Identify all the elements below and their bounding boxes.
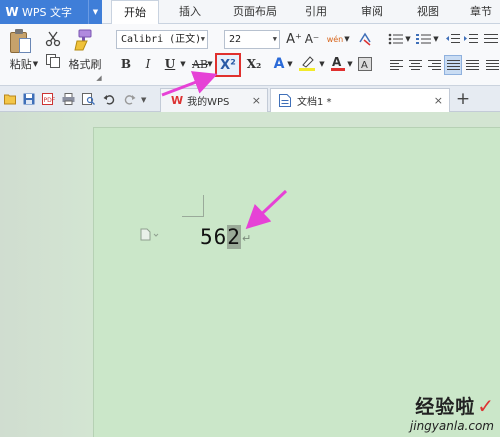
tab-home[interactable]: 开始	[111, 0, 159, 25]
grow-font-button[interactable]: A⁺	[286, 31, 302, 47]
tab-references[interactable]: 引用	[296, 0, 336, 24]
app-name: WPS 文字	[22, 6, 72, 19]
chevron-down-icon[interactable]: ▼	[404, 30, 412, 48]
chevron-down-icon[interactable]: ▼	[178, 55, 188, 73]
ribbon: 粘贴 ▼ 格式刷 ◢ Calibri (正文) ▼ 22 ▼ A⁺ A⁻ wén ▼ …	[0, 24, 500, 86]
page-margin-corner	[182, 195, 204, 217]
tab-label: 我的WPS	[187, 97, 230, 108]
paragraph-mark: ↵	[242, 232, 252, 245]
print-icon[interactable]	[62, 93, 75, 105]
menu-bar: W WPS 文字 ▼ 开始 插入 页面布局 引用 审阅 视图 章节	[0, 0, 500, 25]
wps-tab-icon: W	[171, 94, 184, 107]
tab-insert[interactable]: 插入	[168, 0, 212, 24]
distributed-align-icon[interactable]	[464, 57, 480, 73]
undo-icon[interactable]	[103, 93, 116, 105]
shrink-font-button[interactable]: A⁻	[304, 31, 320, 47]
font-size-value: 22	[229, 34, 242, 45]
document-canvas[interactable]	[0, 112, 500, 437]
align-left-icon[interactable]	[388, 57, 404, 73]
chevron-down-icon[interactable]: ▼	[346, 55, 354, 73]
tab-my-wps[interactable]: W 我的WPS ×	[160, 88, 268, 112]
document-text[interactable]: 562	[200, 225, 241, 249]
tab-sections[interactable]: 章节	[462, 0, 500, 24]
chevron-down-icon[interactable]: ▼	[88, 0, 102, 24]
paste-label: 粘贴	[9, 58, 32, 71]
superscript-button[interactable]: X²	[215, 53, 241, 77]
text-run: 56	[200, 225, 228, 249]
paste-icon[interactable]	[10, 29, 32, 55]
paste-button[interactable]: 粘贴 ▼	[6, 57, 42, 71]
wps-logo-icon: W	[5, 5, 19, 19]
char-border-icon[interactable]: A	[356, 54, 374, 74]
tab-document1[interactable]: 文档1 * ×	[270, 88, 450, 112]
svg-text:A: A	[361, 60, 368, 71]
align-right-icon[interactable]	[426, 57, 442, 73]
check-icon: ✓	[477, 394, 494, 418]
watermark: 经验啦 ✓ jingyanla.com	[410, 392, 494, 433]
print-preview-icon[interactable]	[82, 93, 95, 105]
justify-icon[interactable]	[444, 55, 462, 75]
font-color-icon[interactable]: A	[328, 52, 348, 74]
bold-button[interactable]: B	[118, 55, 134, 73]
align-center-icon[interactable]	[407, 57, 423, 73]
font-size-select[interactable]: 22 ▼	[224, 30, 280, 49]
line-spacing-icon[interactable]	[484, 57, 500, 73]
app-menu-button[interactable]: W WPS 文字 ▼	[0, 0, 102, 24]
close-icon[interactable]: ×	[434, 94, 443, 107]
new-tab-button[interactable]: +	[454, 88, 472, 110]
decrease-indent-icon[interactable]	[444, 30, 462, 48]
numbered-list-icon[interactable]	[414, 30, 434, 48]
selected-text[interactable]: 2	[227, 225, 241, 249]
cut-icon[interactable]	[44, 30, 62, 48]
tab-page-layout[interactable]: 页面布局	[220, 0, 290, 24]
format-painter-icon[interactable]	[70, 28, 94, 52]
chevron-down-icon[interactable]: ▼	[206, 55, 214, 73]
subscript-button[interactable]: X₂	[244, 55, 264, 73]
tab-label: 文档1 *	[297, 97, 332, 108]
close-icon[interactable]: ×	[252, 94, 261, 107]
copy-icon[interactable]	[44, 52, 62, 70]
watermark-text: 经验啦	[415, 396, 476, 418]
underline-button[interactable]: U	[162, 55, 178, 73]
phonetic-label: wén	[326, 34, 344, 44]
chevron-down-icon[interactable]: ▼	[342, 30, 352, 48]
paragraph-handle-icon[interactable]	[140, 228, 160, 241]
svg-text:A: A	[332, 55, 342, 69]
svg-text:PDF: PDF	[44, 97, 56, 104]
document-tab-bar: PDF ▼ W 我的WPS × 文档1 * × +	[0, 86, 500, 112]
italic-button[interactable]: I	[140, 55, 156, 73]
chinese-layout-icon[interactable]	[482, 30, 500, 48]
open-folder-icon[interactable]	[4, 93, 17, 105]
clipboard-launcher-icon[interactable]: ◢	[95, 74, 103, 82]
font-name-value: Calibri (正文)	[121, 34, 202, 45]
font-name-select[interactable]: Calibri (正文) ▼	[116, 30, 208, 49]
document-page[interactable]	[93, 127, 500, 437]
document-icon	[279, 94, 291, 107]
highlight-color-icon[interactable]	[296, 52, 318, 74]
chevron-down-icon[interactable]: ▼	[286, 55, 294, 73]
chevron-down-icon[interactable]: ▼	[141, 96, 146, 104]
watermark-url: jingyanla.com	[409, 419, 494, 433]
increase-indent-icon[interactable]	[462, 30, 480, 48]
chevron-down-icon[interactable]: ▼	[432, 30, 440, 48]
export-pdf-icon[interactable]: PDF	[42, 93, 55, 105]
save-icon[interactable]	[23, 93, 36, 105]
redo-icon[interactable]	[123, 93, 136, 105]
tab-view[interactable]: 视图	[408, 0, 448, 24]
chevron-down-icon[interactable]: ▼	[318, 55, 326, 73]
bullet-list-icon[interactable]	[386, 30, 406, 48]
tab-review[interactable]: 审阅	[352, 0, 392, 24]
format-painter-button[interactable]: 格式刷	[66, 57, 104, 71]
clear-format-icon[interactable]	[356, 30, 374, 48]
